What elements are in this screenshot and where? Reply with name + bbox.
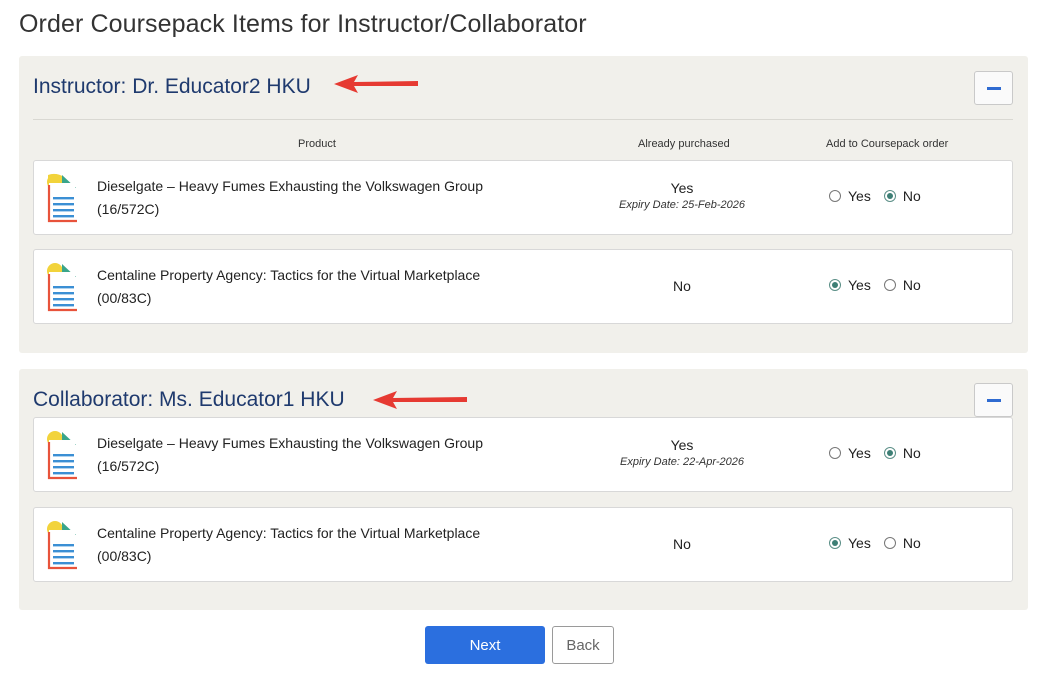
purchased-cell: No (564, 278, 800, 294)
purchased-status: Yes (670, 437, 694, 453)
radio-no[interactable] (883, 537, 896, 549)
expiry-date: Expiry Date: 22-Apr-2026 (620, 456, 744, 468)
radio-yes[interactable] (829, 190, 841, 202)
instructor-panel: Instructor: Dr. Educator2 HKU Product Al… (19, 56, 1028, 353)
radio-yes-label: Yes (848, 445, 871, 461)
product-code: (00/83C) (97, 290, 152, 306)
product-title: Dieselgate – Heavy Fumes Exhausting the … (97, 435, 483, 451)
purchased-status: No (673, 536, 691, 552)
arrow-icon (373, 391, 467, 409)
expiry-date: Expiry Date: 25-Feb-2026 (619, 199, 745, 211)
column-header-purchased: Already purchased (638, 138, 730, 150)
product-code: (16/572C) (97, 458, 160, 474)
product-name: Dieselgate – Heavy Fumes Exhausting the … (97, 432, 527, 478)
table-row: Dieselgate – Heavy Fumes Exhausting the … (33, 417, 1013, 492)
radio-yes[interactable] (829, 537, 841, 549)
next-button[interactable]: Next (425, 626, 545, 664)
purchased-cell: Yes Expiry Date: 22-Apr-2026 (564, 437, 800, 468)
document-icon (47, 521, 77, 570)
purchased-cell: No (564, 536, 800, 552)
product-code: (16/572C) (97, 201, 160, 217)
document-icon (47, 263, 77, 312)
product-name: Dieselgate – Heavy Fumes Exhausting the … (97, 175, 527, 221)
purchased-status: Yes (670, 180, 694, 196)
instructor-header: Instructor: Dr. Educator2 HKU (33, 75, 311, 98)
product-name: Centaline Property Agency: Tactics for t… (97, 264, 527, 310)
add-to-order-radios: Yes No (829, 188, 934, 204)
table-row: Centaline Property Agency: Tactics for t… (33, 507, 1013, 582)
document-icon (47, 173, 77, 223)
product-code: (00/83C) (97, 548, 152, 564)
collapse-button[interactable] (974, 71, 1013, 105)
product-name: Centaline Property Agency: Tactics for t… (97, 522, 527, 568)
radio-yes-label: Yes (848, 535, 871, 551)
radio-no-label: No (902, 445, 921, 461)
collapse-button[interactable] (974, 383, 1013, 417)
add-to-order-radios: Yes No (829, 445, 934, 461)
radio-no-label: No (902, 277, 921, 293)
back-button[interactable]: Back (552, 626, 614, 664)
radio-no-label: No (902, 535, 921, 551)
column-header-product: Product (298, 138, 336, 150)
document-icon (47, 431, 77, 480)
radio-no[interactable] (883, 447, 896, 459)
arrow-icon (334, 75, 418, 93)
radio-no[interactable] (883, 279, 896, 291)
radio-no-label: No (902, 188, 921, 204)
radio-yes-label: Yes (848, 188, 871, 204)
minus-icon (986, 398, 1001, 402)
page-title: Order Coursepack Items for Instructor/Co… (19, 10, 587, 38)
minus-icon (986, 86, 1001, 90)
collaborator-header: Collaborator: Ms. Educator1 HKU (33, 388, 345, 411)
add-to-order-radios: Yes No (829, 535, 934, 551)
purchased-status: No (673, 278, 691, 294)
column-header-add: Add to Coursepack order (826, 138, 949, 150)
radio-no[interactable] (883, 190, 896, 202)
radio-yes-label: Yes (848, 277, 871, 293)
radio-yes[interactable] (829, 447, 841, 459)
purchased-cell: Yes Expiry Date: 25-Feb-2026 (564, 180, 800, 211)
product-title: Centaline Property Agency: Tactics for t… (97, 267, 481, 283)
table-row: Dieselgate – Heavy Fumes Exhausting the … (33, 160, 1013, 235)
divider (33, 119, 1013, 120)
radio-yes[interactable] (829, 279, 841, 291)
collaborator-panel: Collaborator: Ms. Educator1 HKU Dieselga… (19, 369, 1028, 610)
product-title: Centaline Property Agency: Tactics for t… (97, 525, 481, 541)
product-title: Dieselgate – Heavy Fumes Exhausting the … (97, 178, 483, 194)
add-to-order-radios: Yes No (829, 277, 934, 293)
table-row: Centaline Property Agency: Tactics for t… (33, 249, 1013, 324)
